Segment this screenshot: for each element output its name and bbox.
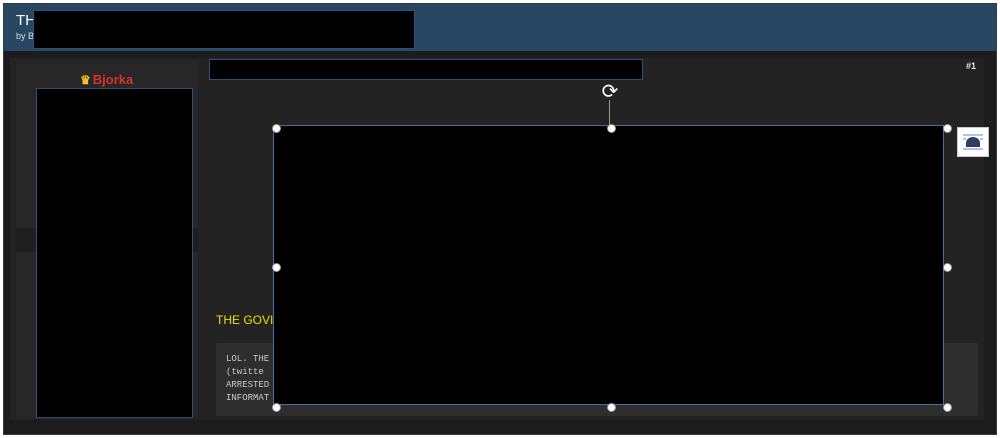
redacted-thread-title [33,10,415,49]
resize-handle-top-left[interactable] [272,124,281,133]
quote-line: LOL. THE [226,354,270,364]
quote-line: INFORMAT [226,393,270,403]
resize-handle-top-center[interactable] [607,124,616,133]
resize-handle-middle-left[interactable] [272,263,281,272]
rotate-icon[interactable]: ⟳ [598,80,622,104]
resize-handle-middle-right[interactable] [943,263,952,272]
username-label: Bjorka [92,72,134,87]
resize-handle-bottom-left[interactable] [272,403,281,412]
redacted-user-info [36,88,193,418]
resize-handle-bottom-center[interactable] [607,403,616,412]
post-headline: THE GOVI [216,313,274,327]
quote-line: ARRESTED [226,380,270,390]
thread-byline: by B [16,31,35,41]
username-link[interactable]: ♛ Bjorka [80,72,133,87]
post-number-link[interactable]: #1 [966,61,976,71]
quote-line: (twitte [226,367,264,377]
resize-handle-bottom-right[interactable] [943,403,952,412]
selected-redaction-shape[interactable] [273,125,944,405]
resize-handle-top-right[interactable] [943,124,952,133]
crown-icon: ♛ [80,72,91,87]
layout-options-icon[interactable] [957,127,989,157]
layout-options-glyph [963,134,983,150]
redacted-post-title [209,59,643,80]
